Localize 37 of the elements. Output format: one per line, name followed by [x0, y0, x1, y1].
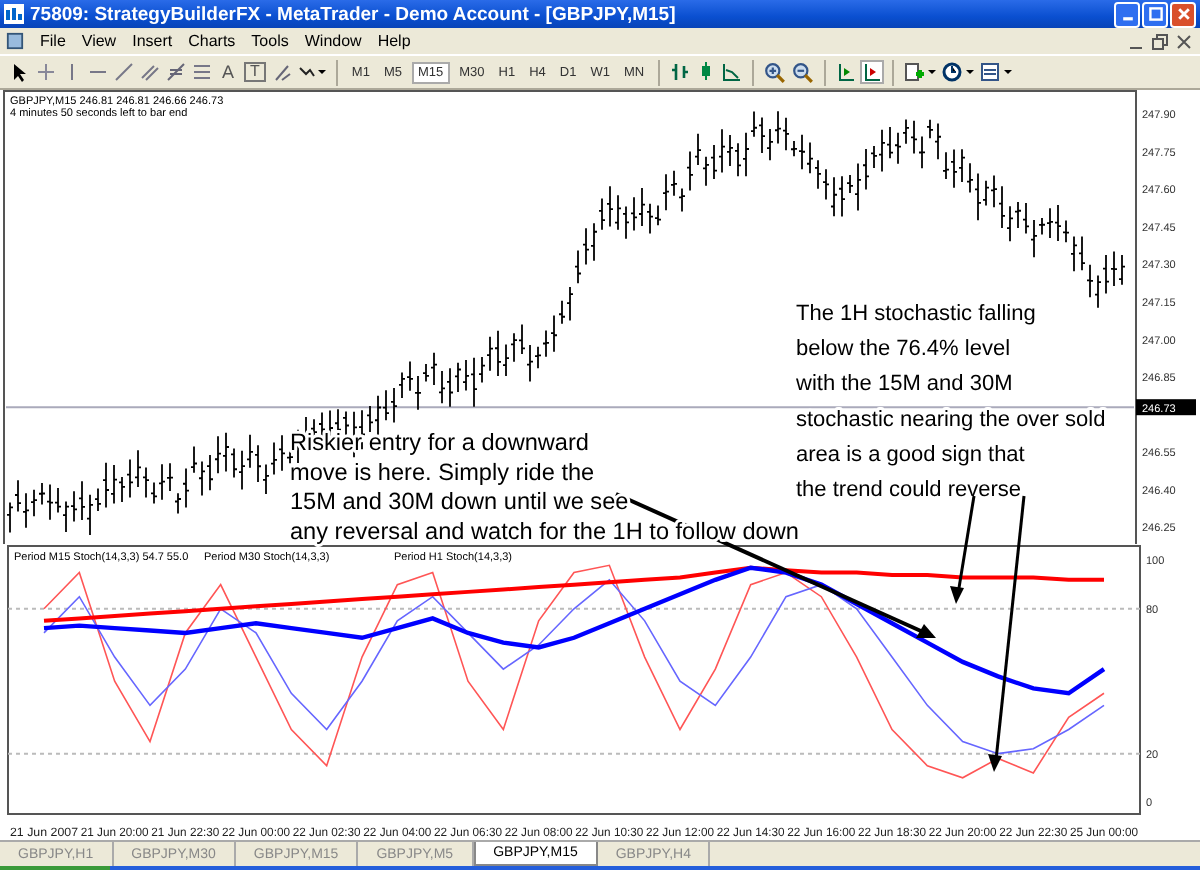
menu-item[interactable]: Insert	[124, 32, 181, 50]
bar-chart-icon[interactable]	[670, 62, 691, 82]
zoom-in-icon[interactable]	[764, 61, 787, 83]
autoscroll-icon[interactable]	[862, 62, 883, 82]
menu-item[interactable]: View	[73, 32, 125, 50]
line-chart-icon[interactable]	[722, 62, 743, 82]
menu-item[interactable]: Tools	[243, 32, 297, 50]
pencil-icon[interactable]	[271, 62, 292, 82]
menu-item[interactable]: Charts	[180, 32, 244, 50]
zoom-out-icon[interactable]	[792, 61, 815, 83]
close-icon[interactable]	[1176, 33, 1192, 49]
window-title: 75809: StrategyBuilderFX - MetaTrader - Demo Account - [GBPJPY,M15]	[30, 3, 676, 25]
cursor-icon[interactable]	[10, 62, 30, 82]
arrow	[950, 495, 976, 604]
restore-icon[interactable]	[1152, 33, 1168, 49]
menu-item[interactable]: Window	[296, 32, 370, 50]
chart-app-icon	[4, 4, 24, 24]
annotation-text: The 1H stochastic falling below the 76.4% level with the 15M and 30M stochastic nearing the over sold area is a good sign that the trend could reverse	[796, 302, 1106, 502]
maximize-button[interactable]	[1142, 1, 1168, 27]
close-icon	[1175, 6, 1191, 22]
shapes-dropdown-icon[interactable]	[297, 62, 326, 82]
template-icon[interactable]	[980, 62, 1013, 82]
lines-icon[interactable]	[192, 62, 212, 82]
current-price-tag	[1136, 399, 1196, 416]
close-button[interactable]	[1170, 1, 1196, 27]
minimize-button[interactable]	[1114, 1, 1140, 27]
channel-icon[interactable]	[140, 62, 160, 82]
menu-item[interactable]: File	[32, 32, 74, 50]
document-icon	[6, 32, 24, 50]
label-tool[interactable]: T	[244, 62, 266, 82]
chart-shift-icon[interactable]	[836, 62, 857, 82]
add-indicator-icon[interactable]	[904, 62, 937, 82]
menu-item[interactable]: Help	[369, 32, 419, 50]
clock-icon[interactable]	[942, 62, 975, 82]
maximize-icon	[1147, 6, 1163, 22]
text-tool[interactable]: A	[218, 62, 239, 82]
trendline-icon[interactable]	[114, 62, 134, 82]
